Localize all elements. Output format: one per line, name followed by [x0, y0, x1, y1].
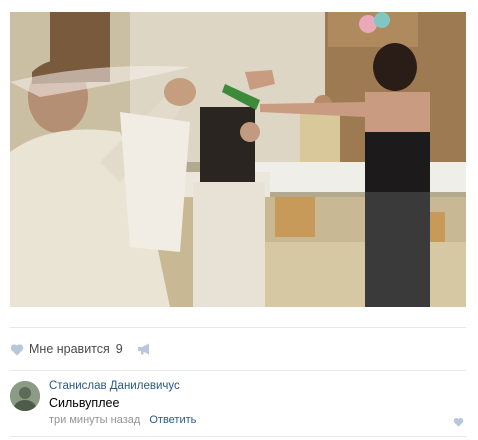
- comment-like-button[interactable]: [453, 414, 464, 432]
- like-label: Мне нравится: [29, 342, 110, 356]
- like-button[interactable]: Мне нравится 9: [10, 342, 123, 356]
- avatar[interactable]: [10, 381, 40, 411]
- likes-bar: Мне нравится 9: [10, 338, 310, 360]
- comment-author[interactable]: Станислав Данилевичус: [49, 380, 180, 392]
- comment-time[interactable]: три минуты назад: [49, 414, 140, 426]
- like-count: 9: [115, 342, 123, 356]
- post-divider: [10, 327, 466, 328]
- reply-button[interactable]: Ответить: [149, 414, 196, 426]
- comment-item: Станислав Данилевичус Сильвуплее три мин…: [10, 378, 466, 428]
- comment-meta: три минуты назад Ответить: [49, 414, 196, 426]
- heart-icon: [453, 418, 464, 427]
- heart-icon: [10, 343, 24, 355]
- post-photo[interactable]: [10, 12, 466, 307]
- comments-divider: [10, 370, 466, 371]
- share-button[interactable]: [137, 343, 151, 355]
- megaphone-icon: [137, 343, 149, 355]
- party-photo-image: [10, 12, 466, 307]
- bottom-divider: [10, 436, 466, 437]
- comment-text: Сильвуплее: [49, 396, 120, 410]
